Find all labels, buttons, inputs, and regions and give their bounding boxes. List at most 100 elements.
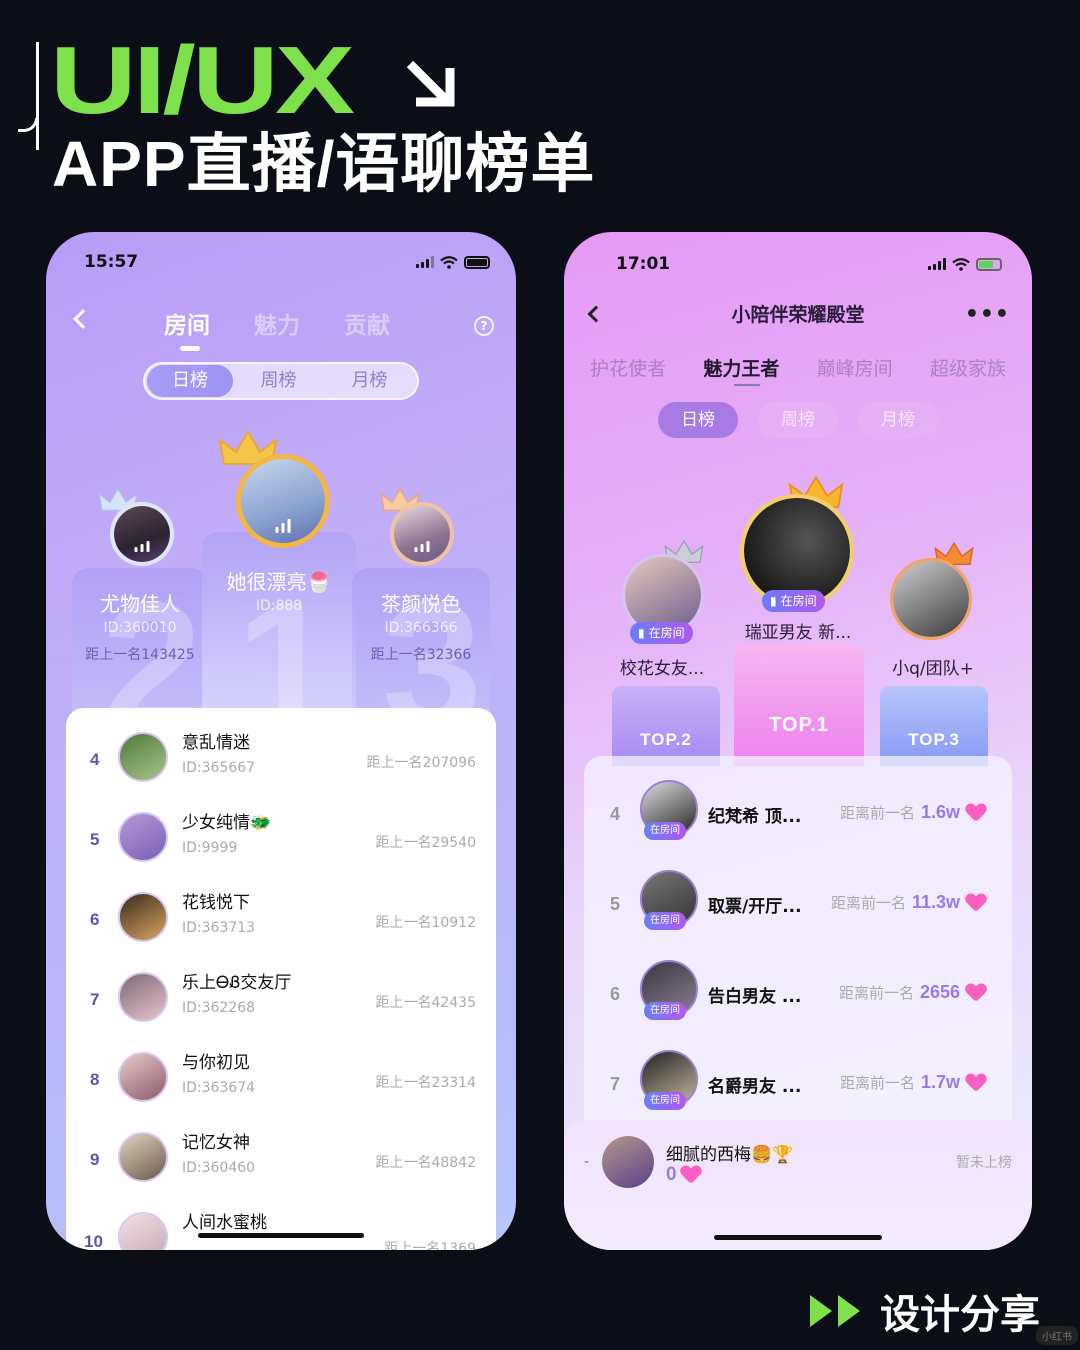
room-name: 与你初见 [182, 1053, 250, 1073]
top1-name: 瑞亚男友 新... [744, 623, 852, 643]
list-item[interactable]: 4 意乱情迷 ID:365667 距上一名207096 [66, 722, 496, 802]
period-monthly[interactable]: 月榜 [858, 402, 938, 438]
footer-brand: 设计分享 [810, 1282, 1040, 1340]
my-rank: - [584, 1154, 590, 1170]
top2-name: 尤物佳人 [100, 592, 180, 616]
tab-guardian[interactable]: 护花使者 [590, 354, 666, 381]
watermark: 小红书 [1036, 1326, 1078, 1345]
help-icon[interactable]: ? [474, 316, 494, 336]
list-item[interactable]: 9 记忆女神 ID:360460 距上一名48842 [66, 1122, 496, 1202]
avatar [118, 1052, 168, 1102]
room-name: 人间水蜜桃 [182, 1213, 267, 1233]
home-indicator [714, 1235, 882, 1240]
avatar-top1[interactable] [236, 454, 330, 548]
gap-value: 距上一名23314 [375, 1075, 476, 1091]
period-daily[interactable]: 日榜 [658, 402, 738, 438]
in-room-badge: ▮ 在房间 [630, 622, 693, 644]
in-room-badge: 在房间 [644, 912, 686, 930]
gap-value: 距上一名42435 [375, 995, 476, 1011]
in-room-badge: ▮ 在房间 [762, 590, 825, 612]
rank-number: 7 [610, 1074, 621, 1094]
arrow-down-right-icon [406, 60, 455, 107]
period-monthly[interactable]: 月榜 [324, 365, 415, 397]
my-status: 暂未上榜 [956, 1155, 1012, 1171]
more-icon[interactable]: ••• [965, 302, 1010, 327]
gap-value: 1.6w [920, 802, 960, 822]
list-item[interactable]: 7 乐上ᎾᏰ交友厅 ID:362268 距上一名42435 [66, 962, 496, 1042]
gap-label: 距离前一名 [839, 804, 915, 822]
phone-screen-room-ranking: 15:57 房间 魅力 贡献 ? 日榜 周榜 月榜 2 1 3 她很漂亮🍧 ID… [46, 232, 516, 1250]
tab-peak-room[interactable]: 巅峰房间 [817, 354, 893, 381]
list-item[interactable]: 6 在房间 告白男友 ... 距离前一名 2656 [584, 958, 1012, 1048]
top3-gap: 距上一名32366 [370, 647, 472, 663]
rank-number: 6 [90, 910, 100, 929]
gap-label: 距离前一名 [830, 894, 906, 912]
battery-charging-icon [976, 257, 1002, 271]
battery-icon [464, 255, 490, 269]
avatar-top3[interactable] [390, 502, 454, 566]
top1-name: 她很漂亮🍧 [226, 570, 332, 594]
my-rank-bar[interactable]: - 细腻的西梅🍔🏆 0 暂未上榜 [564, 1120, 1032, 1250]
list-item[interactable]: 5 少女纯情🐲 ID:9999 距上一名29540 [66, 802, 496, 882]
back-icon[interactable] [73, 309, 93, 329]
list-item[interactable]: 6 花钱悦下 ID:363713 距上一名10912 [66, 882, 496, 962]
list-item[interactable]: 5 在房间 取票/开厅... 距离前一名 11.3w [584, 868, 1012, 958]
list-item[interactable]: 4 在房间 纪梵希 顶... 距离前一名 1.6w [584, 778, 1012, 868]
footer-label: 设计分享 [880, 1293, 1040, 1337]
podium-block-2: TOP.2 [612, 686, 720, 766]
gap-value: 距上一名48842 [375, 1155, 476, 1171]
room-id: ID:362268 [182, 1000, 256, 1016]
wifi-icon [952, 257, 970, 271]
user-name: 取票/开厅... [708, 897, 802, 917]
gap-value: 距上一名1369 [384, 1241, 476, 1250]
rank-number: 4 [610, 804, 621, 824]
avatar-top3[interactable] [890, 558, 972, 640]
avatar-top2[interactable] [110, 502, 174, 566]
play-icon [810, 1295, 832, 1327]
gap-value: 距上一名29540 [375, 835, 476, 851]
room-name: 花钱悦下 [182, 893, 250, 913]
rank-number: 7 [90, 990, 100, 1009]
room-id: ID:360460 [182, 1160, 256, 1176]
phone-screen-honor-hall: 17:01 小陪伴荣耀殿堂 ••• 护花使者 魅力王者 巅峰房间 超级家族 日榜… [564, 232, 1032, 1250]
gap-value: 1.7w [920, 1072, 960, 1092]
wifi-icon [440, 255, 458, 269]
rank-number: 4 [90, 750, 100, 769]
tab-room[interactable]: 房间 [164, 306, 210, 340]
top2-name: 校花女友... [619, 659, 705, 679]
room-id: ID:363674 [182, 1080, 256, 1096]
room-name: 意乱情迷 [182, 733, 250, 753]
tab-charm[interactable]: 魅力 [254, 306, 300, 340]
top3-name: 小q/团队+ [892, 659, 974, 679]
room-id: ID:363713 [182, 920, 256, 936]
headline-uiux: UI/UX [50, 27, 355, 134]
my-name: 细腻的西梅🍔🏆 [666, 1145, 794, 1165]
in-room-badge: 在房间 [644, 1002, 686, 1020]
period-switch: 日榜 周榜 月榜 [143, 362, 419, 400]
my-score: 0 [666, 1164, 677, 1185]
decor-line [36, 42, 39, 150]
ranking-list: 4 在房间 纪梵希 顶... 距离前一名 1.6w 5 在房间 取票/开厅... … [584, 756, 1012, 1126]
signal-icon [416, 256, 434, 268]
list-item[interactable]: 10 人间水蜜桃 距上一名1369 [66, 1202, 496, 1250]
gap-value: 11.3w [911, 892, 960, 912]
avatar [118, 972, 168, 1022]
period-weekly[interactable]: 周榜 [233, 365, 324, 397]
tab-charm-king[interactable]: 魅力王者 [703, 354, 779, 381]
heart-icon [966, 894, 986, 912]
in-room-badge: 在房间 [644, 822, 686, 840]
room-name: 记忆女神 [182, 1133, 250, 1153]
period-weekly[interactable]: 周榜 [758, 402, 838, 438]
tab-super-family[interactable]: 超级家族 [930, 354, 1006, 381]
tab-contribution[interactable]: 贡献 [344, 306, 390, 340]
page-title: 小陪伴荣耀殿堂 [731, 304, 865, 326]
podium-block-1: TOP.1 [734, 644, 864, 766]
ranking-list: 4 意乱情迷 ID:365667 距上一名207096 5 少女纯情🐲 ID:9… [66, 708, 496, 1250]
list-item[interactable]: 8 与你初见 ID:363674 距上一名23314 [66, 1042, 496, 1122]
period-daily[interactable]: 日榜 [147, 365, 233, 397]
avatar [118, 1212, 168, 1250]
rank-number: 5 [90, 830, 100, 849]
my-avatar [602, 1136, 654, 1188]
top3-id: ID:366366 [384, 620, 458, 636]
avatar [118, 892, 168, 942]
